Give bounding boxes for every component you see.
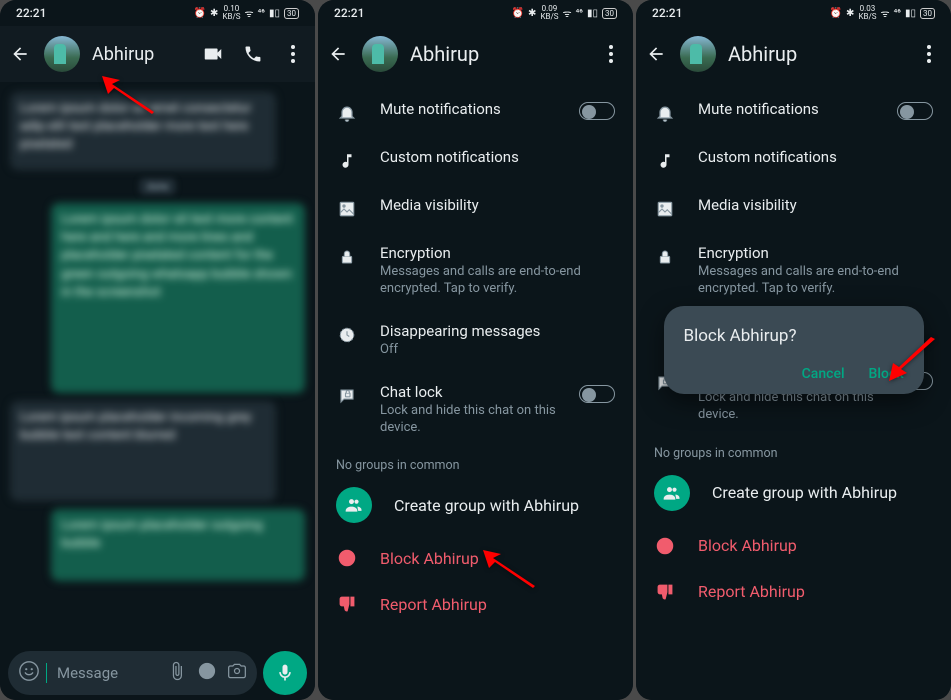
status-bar: 22:21 ⏰✱ 0.10KB/S ᯤ⁴⁶▮▯ 30: [0, 0, 315, 26]
dialog-backdrop[interactable]: Block Abhirup? Cancel Block: [636, 0, 951, 700]
block-button[interactable]: Block: [869, 366, 904, 382]
no-groups-label: No groups in common: [318, 448, 633, 475]
screen-contact-info: 22:21 ⏰✱ 0.09KB/S ᯤ⁴⁶▮▯ 30 Abhirup Mute …: [318, 0, 633, 700]
status-bar: 22:21 ⏰✱ 0.09KB/S ᯤ⁴⁶▮▯ 30: [318, 0, 633, 26]
message-in[interactable]: Lorem ipsum dolor sit amet consectetur a…: [10, 92, 276, 170]
custom-notifications-row[interactable]: Custom notifications: [318, 136, 633, 184]
back-icon[interactable]: [326, 42, 350, 66]
contact-name[interactable]: Abhirup: [92, 44, 187, 65]
more-icon[interactable]: [279, 40, 307, 68]
emoji-icon[interactable]: [18, 660, 40, 686]
message-out[interactable]: Lorem ipsum placeholder outgoing bubble: [51, 509, 305, 581]
music-note-icon: [336, 150, 358, 172]
cancel-button[interactable]: Cancel: [802, 366, 845, 382]
video-call-icon[interactable]: [199, 40, 227, 68]
avatar[interactable]: [362, 36, 398, 72]
chat-lock-row[interactable]: Chat lockLock and hide this chat on this…: [318, 371, 633, 449]
mic-button[interactable]: [263, 651, 307, 695]
message-out[interactable]: Lorem ipsum dolor sit text more content …: [51, 203, 305, 393]
settings-list: Mute notifications Custom notifications …: [318, 82, 633, 700]
status-time: 22:21: [334, 6, 364, 20]
mute-toggle[interactable]: [579, 102, 615, 120]
disappearing-messages-row[interactable]: Disappearing messagesOff: [318, 310, 633, 371]
media-visibility-row[interactable]: Media visibility: [318, 184, 633, 232]
message-in[interactable]: Lorem ipsum placeholder incoming grey bu…: [10, 401, 276, 501]
status-icons: ⏰✱ 0.09KB/S ᯤ⁴⁶▮▯ 30: [512, 5, 617, 21]
dialog-title: Block Abhirup?: [684, 326, 904, 346]
thumbs-down-icon: [336, 593, 358, 615]
message-placeholder: Message: [57, 664, 157, 682]
status-icons: ⏰✱ 0.10KB/S ᯤ⁴⁶▮▯ 30: [194, 5, 299, 21]
timer-icon: [336, 324, 358, 346]
chat-lock-toggle[interactable]: [579, 385, 615, 403]
camera-icon[interactable]: [227, 661, 247, 685]
create-group-row[interactable]: Create group with Abhirup: [318, 475, 633, 535]
avatar[interactable]: [44, 36, 80, 72]
date-chip: date: [139, 178, 177, 195]
screen-chat: 22:21 ⏰✱ 0.10KB/S ᯤ⁴⁶▮▯ 30 Abhirup Lorem…: [0, 0, 315, 700]
bell-icon: [336, 102, 358, 124]
payment-icon[interactable]: [197, 661, 217, 685]
chat-body[interactable]: Lorem ipsum dolor sit amet consectetur a…: [0, 82, 315, 646]
group-add-icon: [336, 487, 372, 523]
block-icon: [336, 547, 358, 569]
input-bar: Message: [0, 646, 315, 700]
chat-header: Abhirup: [0, 26, 315, 82]
block-dialog: Block Abhirup? Cancel Block: [664, 306, 924, 394]
chat-lock-icon: [336, 385, 358, 407]
lock-icon: [336, 246, 358, 268]
contact-name: Abhirup: [410, 42, 585, 66]
attach-icon[interactable]: [167, 661, 187, 685]
status-time: 22:21: [16, 6, 46, 20]
image-icon: [336, 198, 358, 220]
mute-notifications-row[interactable]: Mute notifications: [318, 88, 633, 136]
contact-info-header: Abhirup: [318, 26, 633, 82]
message-input[interactable]: Message: [8, 651, 257, 695]
more-icon[interactable]: [597, 40, 625, 68]
block-row[interactable]: Block Abhirup: [318, 535, 633, 581]
voice-call-icon[interactable]: [239, 40, 267, 68]
report-row[interactable]: Report Abhirup: [318, 581, 633, 627]
screen-block-dialog: 22:21 ⏰✱ 0.03KB/S ᯤ⁴⁶▮▯ 30 Abhirup Mute …: [636, 0, 951, 700]
encryption-row[interactable]: EncryptionMessages and calls are end-to-…: [318, 232, 633, 310]
back-icon[interactable]: [8, 42, 32, 66]
